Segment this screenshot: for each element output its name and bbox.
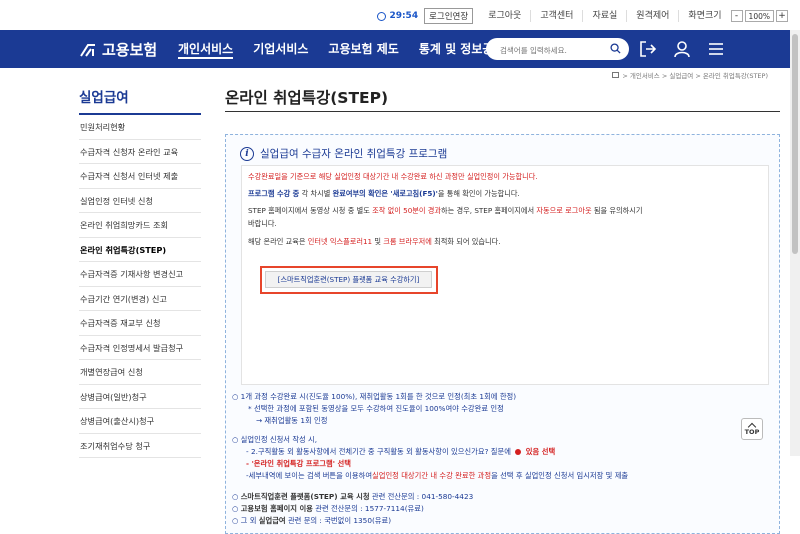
zoom-in-button[interactable]: + [776, 10, 788, 22]
search-icon[interactable] [610, 43, 621, 54]
cta-highlight: [스마트직업훈련(STEP) 플랫폼 교육 수강하기] [260, 266, 438, 294]
notice-line-2: 프로그램 수강 중 각 차시별 완료여부의 확인은 '새로고침(F5)'을 통해… [248, 189, 520, 198]
gnb-menu: 개인서비스 기업서비스 고용보험 제도 통계 및 정보공개 [178, 30, 524, 68]
bullet-2-b: - '온라인 취업특강 프로그램' 선택 [246, 459, 351, 468]
bullet-1: ○ 1개 과정 수강완료 시(진도율 100%), 재취업활동 1회를 한 것으… [232, 392, 517, 401]
zoom-control: - 100% + [730, 10, 788, 22]
sidebar-item-job-card[interactable]: 온라인 취업희망카드 조회 [79, 213, 201, 238]
main-nav: 고용보험 개인서비스 기업서비스 고용보험 제도 통계 및 정보공개 [0, 30, 800, 68]
clock-icon [377, 11, 387, 21]
sidebar-item-sickness-general[interactable]: 상병급여(일반)청구 [79, 385, 201, 409]
search-box [486, 38, 629, 62]
sidebar-item-sickness-childbirth[interactable]: 상병급여(출산시)청구 [79, 409, 201, 434]
bullet-1-sub: * 선택한 과정에 포함된 동영상을 모두 수강하여 진도율이 100%여야 수… [248, 404, 504, 413]
sidebar-item-statement-request[interactable]: 수급자격 인정명세서 발급청구 [79, 336, 201, 360]
logout-link[interactable]: 로그아웃 [479, 10, 530, 22]
contact-3: ○ 그 외 실업급여 관련 문의 : 국번없이 1350(유료) [232, 516, 392, 525]
remote-control-link[interactable]: 원격제어 [626, 10, 678, 22]
radio-dot-icon [515, 449, 522, 455]
sidebar-title: 실업급여 [79, 86, 201, 115]
menu-business-service[interactable]: 기업서비스 [253, 30, 308, 68]
sidebar-item-early-reemployment[interactable]: 조기재취업수당 청구 [79, 434, 201, 458]
site-logo[interactable]: 고용보험 [78, 39, 157, 60]
sidebar-item-reissue[interactable]: 수급자격증 재교부 신청 [79, 311, 201, 336]
sidebar-item-step[interactable]: 온라인 취업특강(STEP) [79, 238, 201, 262]
utility-bar: 29:54 로그인연장 로그아웃 고객센터 자료실 원격제어 화면크기 - 10… [0, 0, 800, 30]
sidebar-item-individual-extension[interactable]: 개별연장급여 신청 [79, 360, 201, 385]
page-title: 온라인 취업특강(STEP) [225, 89, 389, 107]
info-icon: i [240, 146, 254, 161]
search-input[interactable] [486, 39, 601, 62]
logo-icon [80, 43, 95, 57]
notice-line-4: 해당 온라인 교육은 인터넷 익스플로러11 및 크롬 브라우저에 최적화 되어… [248, 237, 501, 246]
scrollbar-thumb[interactable] [792, 34, 798, 254]
nav-icon-group [638, 39, 726, 59]
scrollbar[interactable] [790, 30, 800, 456]
logo-text: 고용보험 [102, 41, 158, 59]
sidebar-item-online-education[interactable]: 수급자격 신청자 온라인 교육 [79, 140, 201, 164]
library-link[interactable]: 자료실 [582, 10, 626, 22]
title-divider [225, 111, 780, 112]
notice-line-1: 수강완료일을 기준으로 해당 실업인정 대상기간 내 수강완료 하신 과정만 실… [248, 172, 538, 181]
menu-icon[interactable] [706, 39, 726, 59]
notice-panel: 수강완료일을 기준으로 해당 실업인정 대상기간 내 수강완료 하신 과정만 실… [241, 165, 769, 385]
notice-line-3: STEP 홈페이지에서 동영상 시청 중 별도 조작 없이 50분이 경과하는 … [248, 206, 643, 228]
menu-insurance-system[interactable]: 고용보험 제도 [328, 30, 398, 68]
sidebar-item-unemployment-recognition[interactable]: 실업인정 인터넷 신청 [79, 189, 201, 213]
sidebar-item-extension-report[interactable]: 수급기간 연기(변경) 신고 [79, 287, 201, 311]
screen-size-label: 화면크기 [678, 10, 730, 22]
sidebar: 실업급여 민원처리현황 수급자격 신청자 온라인 교육 수급자격 신청서 인터넷… [79, 86, 201, 458]
sidebar-item-complaint-status[interactable]: 민원처리현황 [79, 115, 201, 140]
contact-1: ○ 스마트직업훈련 플랫폼(STEP) 교육 시청 관련 전산문의 : 041-… [232, 492, 474, 501]
info-box: i 실업급여 수급자 온라인 취업특강 프로그램 수강완료일을 기준으로 해당 … [225, 134, 780, 534]
sidebar-item-change-report[interactable]: 수급자격증 기재사항 변경신고 [79, 262, 201, 287]
scroll-top-button[interactable]: TOP [741, 418, 763, 440]
home-icon[interactable] [612, 72, 620, 78]
menu-personal-service[interactable]: 개인서비스 [178, 30, 234, 68]
sidebar-item-application-submit[interactable]: 수급자격 신청서 인터넷 제출 [79, 164, 201, 189]
info-box-title: 실업급여 수급자 온라인 취업특강 프로그램 [260, 148, 448, 160]
bullet-1-sub-2: → 재취업활동 1회 인정 [256, 416, 328, 425]
step-course-button[interactable]: [스마트직업훈련(STEP) 플랫폼 교육 수강하기] [265, 271, 432, 288]
timer-text: 29:54 [389, 11, 419, 21]
logout-icon[interactable] [638, 39, 658, 59]
breadcrumb: > 개인서비스 > 실업급여 > 온라인 취업특강(STEP) [612, 70, 768, 80]
zoom-out-button[interactable]: - [730, 10, 743, 22]
session-timer: 29:54 [377, 11, 424, 21]
customer-center-link[interactable]: 고객센터 [530, 10, 582, 22]
breadcrumb-text: > 개인서비스 > 실업급여 > 온라인 취업특강(STEP) [622, 72, 768, 80]
bullet-2-c: -세부내역에 보이는 검색 버튼을 이용하여실업인정 대상기간 내 수강 완료한… [246, 471, 629, 480]
user-icon[interactable] [672, 39, 692, 59]
zoom-value: 100% [744, 10, 774, 22]
info-box-header: i 실업급여 수급자 온라인 취업특강 프로그램 [240, 146, 447, 161]
login-extend-button[interactable]: 로그인연장 [424, 8, 474, 24]
bullet-2: ○ 실업인정 신청서 작성 시, [232, 435, 318, 444]
contact-2: ○ 고용보험 홈페이지 이용 관련 전산문의 : 1577-7114(유료) [232, 504, 424, 513]
